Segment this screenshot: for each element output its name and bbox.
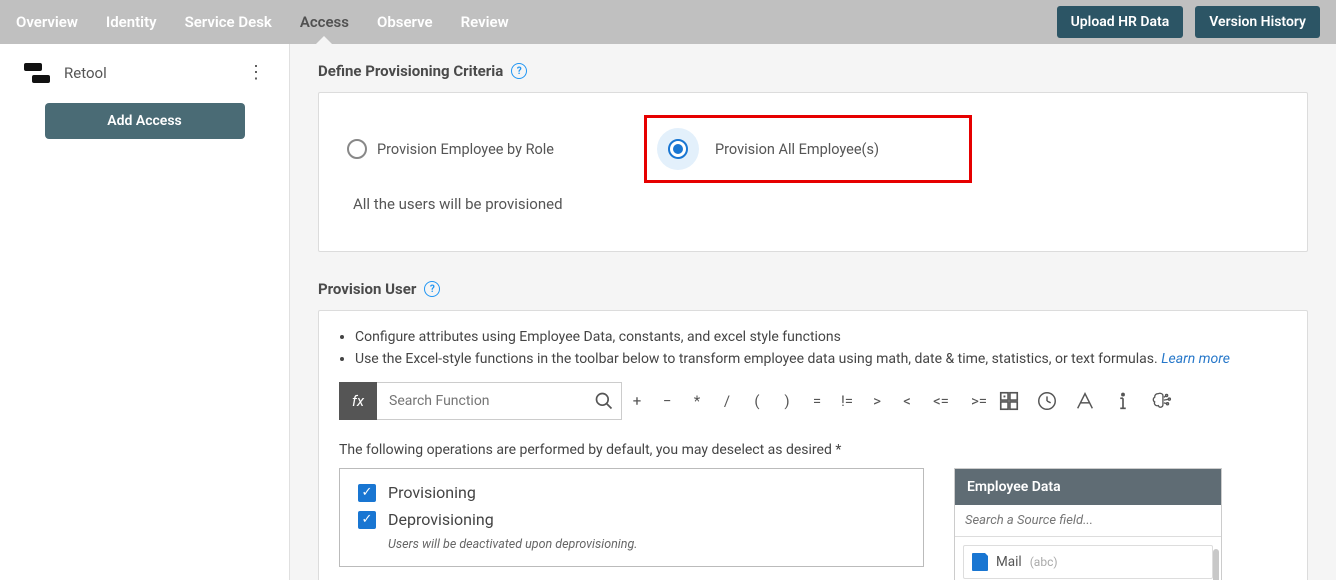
employee-data-search-input[interactable] [955, 505, 1221, 537]
op-gte[interactable]: >= [960, 392, 998, 410]
employee-data-header: Employee Data [955, 469, 1221, 505]
scrollbar-icon[interactable] [1213, 549, 1219, 580]
upload-hr-data-button[interactable]: Upload HR Data [1057, 6, 1184, 38]
checkbox-deprovisioning[interactable]: ✓ [358, 511, 376, 529]
version-history-button[interactable]: Version History [1195, 6, 1320, 38]
calculator-icon[interactable] [998, 390, 1036, 412]
nav-tabs: Overview Identity Service Desk Access Ob… [16, 1, 509, 43]
info-icon[interactable] [1112, 390, 1150, 412]
radio-all-label: Provision All Employee(s) [715, 141, 879, 158]
top-nav: Overview Identity Service Desk Access Ob… [0, 0, 1336, 44]
op-paren-close[interactable]: ) [772, 392, 802, 410]
op-not-equals[interactable]: != [832, 392, 862, 410]
highlight-box: Provision All Employee(s) [644, 115, 972, 183]
radio-halo-icon [657, 128, 699, 170]
bullet-item: Use the Excel-style functions in the too… [355, 349, 1287, 371]
criteria-panel: Provision Employee by Role Provision All… [318, 92, 1308, 252]
text-icon[interactable] [1074, 390, 1112, 412]
fx-badge-icon: fx [339, 382, 377, 420]
bullet-list: Configure attributes using Employee Data… [339, 327, 1287, 370]
radio-checked-icon [668, 139, 688, 159]
radio-unchecked-icon [347, 139, 367, 159]
criteria-section-title: Define Provisioning Criteria ? [318, 62, 1308, 80]
field-icon [972, 553, 988, 571]
learn-more-link[interactable]: Learn more [1161, 351, 1230, 367]
criteria-hint: All the users will be provisioned [353, 195, 1279, 213]
nav-tab-access[interactable]: Access [300, 1, 349, 43]
op-multiply[interactable]: * [682, 392, 712, 410]
op-paren-open[interactable]: ( [742, 392, 772, 410]
op-minus[interactable]: − [652, 392, 682, 410]
radio-provision-all[interactable]: Provision All Employee(s) [657, 128, 879, 170]
nav-buttons: Upload HR Data Version History [1057, 6, 1320, 38]
op-lte[interactable]: <= [922, 392, 960, 410]
op-gt[interactable]: > [862, 392, 892, 410]
app-name-label: Retool [64, 64, 107, 82]
search-icon[interactable] [594, 391, 614, 411]
provision-user-title-text: Provision User [318, 280, 416, 298]
main-content: Define Provisioning Criteria ? Provision… [290, 44, 1336, 580]
provision-user-panel: Configure attributes using Employee Data… [318, 310, 1308, 580]
sidebar: Retool ⋮ Add Access [0, 44, 290, 580]
help-icon[interactable]: ? [424, 281, 440, 297]
op-plus[interactable]: + [622, 392, 652, 410]
search-function-input[interactable] [377, 382, 622, 420]
brain-icon[interactable] [1150, 390, 1188, 412]
nav-tab-review[interactable]: Review [461, 1, 509, 43]
employee-field-item[interactable]: Mail (abc) [963, 545, 1213, 579]
provision-user-title: Provision User ? [318, 280, 1308, 298]
nav-tab-identity[interactable]: Identity [106, 1, 157, 43]
clock-icon[interactable] [1036, 390, 1074, 412]
ops-instruction: The following operations are performed b… [339, 442, 1287, 458]
add-access-button[interactable]: Add Access [45, 103, 245, 139]
deprov-note: Users will be deactivated upon deprovisi… [388, 537, 905, 552]
op-divide[interactable]: / [712, 392, 742, 410]
bullet-item: Configure attributes using Employee Data… [355, 327, 1287, 349]
op-lt[interactable]: < [892, 392, 922, 410]
operations-box: ✓ Provisioning ✓ Deprovisioning Users wi… [339, 468, 924, 567]
function-toolbar: fx + − * / ( ) = != > < <= >= [339, 382, 1287, 420]
provisioning-label: Provisioning [388, 483, 476, 502]
app-logo-icon [24, 63, 50, 83]
radio-role-label: Provision Employee by Role [377, 141, 554, 158]
help-icon[interactable]: ? [511, 63, 527, 79]
radio-provision-by-role[interactable]: Provision Employee by Role [347, 139, 554, 159]
field-label: Mail [996, 554, 1022, 570]
employee-data-panel: Employee Data Mail (abc) Alias (mailNick… [954, 468, 1222, 580]
nav-tab-service-desk[interactable]: Service Desk [185, 1, 272, 43]
nav-tab-observe[interactable]: Observe [377, 1, 433, 43]
nav-tab-overview[interactable]: Overview [16, 1, 78, 43]
deprovisioning-label: Deprovisioning [388, 510, 494, 529]
criteria-title-text: Define Provisioning Criteria [318, 62, 503, 80]
kebab-menu-icon[interactable]: ⋮ [247, 62, 265, 83]
checkbox-provisioning[interactable]: ✓ [358, 484, 376, 502]
field-type: (abc) [1030, 555, 1058, 569]
op-equals[interactable]: = [802, 392, 832, 410]
